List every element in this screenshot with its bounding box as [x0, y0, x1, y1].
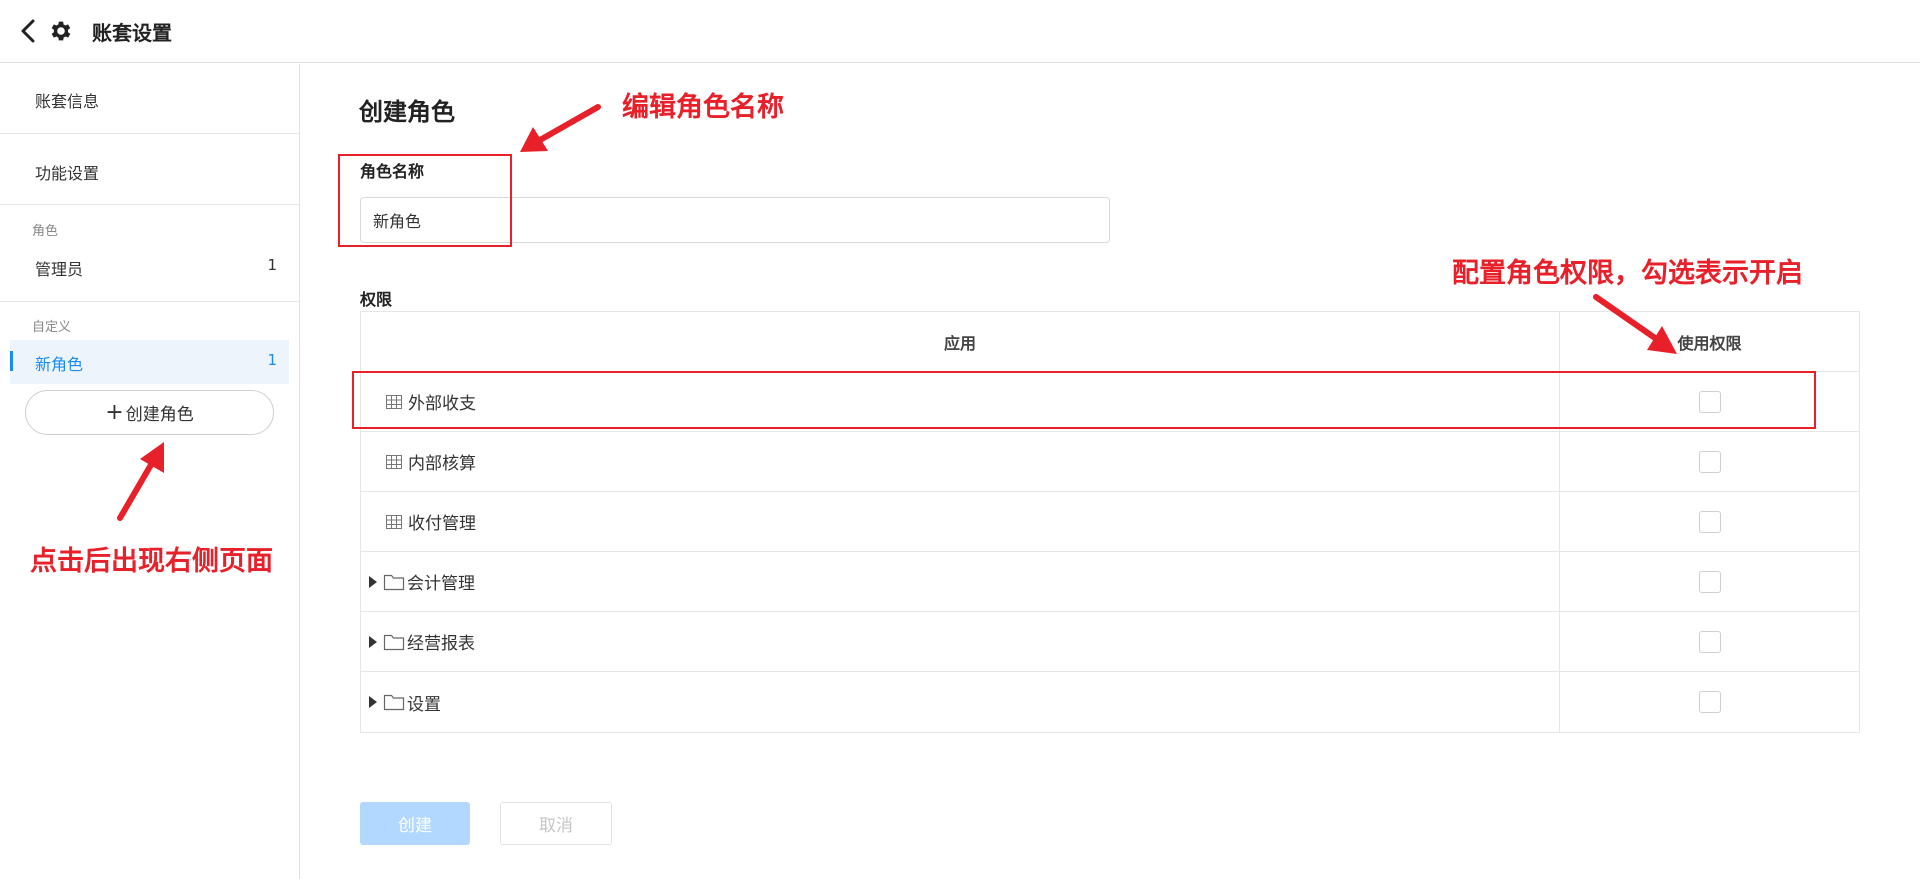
table-row: 设置 [361, 672, 1859, 732]
row-label: 会计管理 [407, 574, 475, 594]
sidebar-divider [0, 301, 299, 302]
sidebar-item-account-info[interactable]: 账套信息 [35, 88, 99, 112]
top-bar: 账套设置 [0, 0, 1920, 63]
annotation-edit-name: 编辑角色名称 [622, 92, 784, 123]
sidebar-divider [0, 133, 299, 134]
annotation-box-row [352, 371, 1816, 429]
folder-icon [383, 694, 405, 711]
gear-icon [51, 21, 71, 41]
create-button[interactable]: 创建 [360, 802, 470, 845]
app-title: 账套设置 [92, 21, 172, 45]
permission-checkbox[interactable] [1698, 570, 1721, 593]
sidebar-group-roles: 角色 [32, 224, 59, 239]
main-panel: 创建角色 角色名称 权限 应用 使用权限 外部收支 内部核算 收付管理 [300, 64, 1920, 879]
create-role-label: 创建角色 [125, 405, 194, 425]
caret-right-icon[interactable] [367, 695, 379, 709]
sidebar-divider [0, 204, 299, 205]
caret-right-icon[interactable] [367, 575, 379, 589]
table-row: 内部核算 [361, 432, 1859, 492]
table-row: 经营报表 [361, 612, 1859, 672]
column-header-permission: 使用权限 [1677, 333, 1742, 353]
row-label: 经营报表 [407, 634, 475, 654]
row-label: 收付管理 [408, 514, 476, 534]
folder-icon [383, 634, 405, 650]
row-label: 设置 [407, 694, 441, 715]
chevron-left-icon[interactable] [18, 18, 38, 44]
active-indicator [10, 351, 13, 371]
annotation-box-role-name [338, 154, 512, 247]
table-header-row: 应用 使用权限 [361, 312, 1859, 372]
table-row: 会计管理 [361, 552, 1859, 612]
folder-icon [383, 574, 405, 590]
caret-right-icon[interactable] [367, 635, 379, 649]
cancel-button[interactable]: 取消 [500, 802, 612, 845]
sidebar-item-admin[interactable]: 管理员 [35, 256, 83, 280]
permission-checkbox[interactable] [1698, 630, 1721, 653]
create-role-button[interactable]: + 创建角色 [25, 390, 274, 435]
row-label: 内部核算 [408, 454, 476, 474]
new-role-count: 1 [267, 351, 277, 369]
annotation-click-hint: 点击后出现右侧页面 [30, 546, 273, 577]
column-header-app: 应用 [943, 333, 976, 353]
sidebar-group-custom: 自定义 [32, 320, 72, 335]
permission-checkbox[interactable] [1698, 450, 1721, 473]
sidebar: 账套信息 功能设置 角色 管理员 1 自定义 新角色 1 + 创建角色 [0, 64, 300, 879]
permission-checkbox[interactable] [1698, 691, 1721, 713]
permission-checkbox[interactable] [1698, 510, 1721, 533]
permissions-label: 权限 [360, 290, 393, 309]
table-icon [386, 514, 402, 529]
annotation-configure-permission: 配置角色权限，勾选表示开启 [1452, 258, 1803, 289]
admin-count: 1 [267, 256, 277, 274]
sidebar-item-new-role-label[interactable]: 新角色 [35, 351, 83, 375]
table-icon [386, 454, 402, 469]
sidebar-item-feature-settings[interactable]: 功能设置 [35, 160, 99, 184]
plus-icon: + [105, 399, 124, 425]
page-title: 创建角色 [359, 98, 455, 126]
table-row: 收付管理 [361, 492, 1859, 552]
